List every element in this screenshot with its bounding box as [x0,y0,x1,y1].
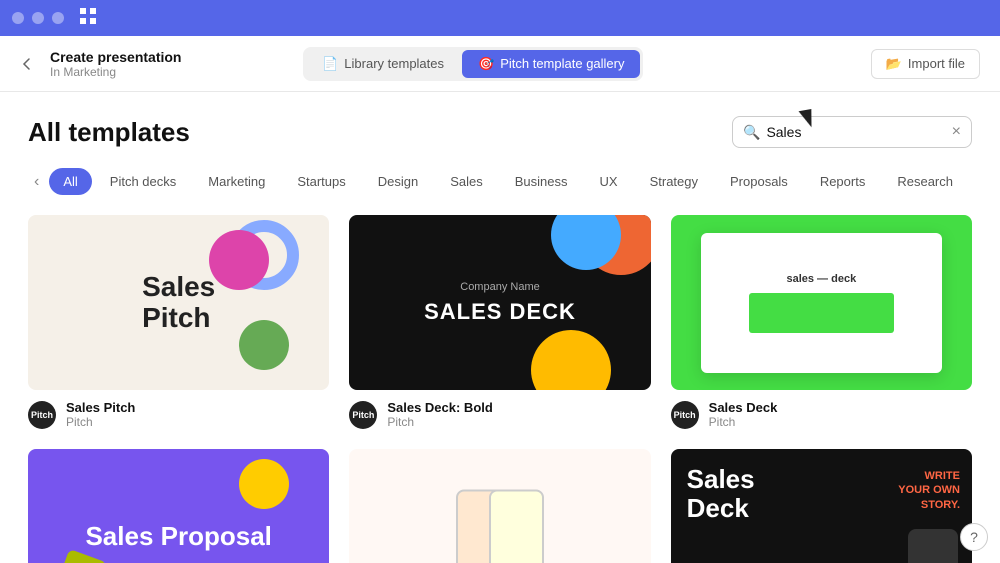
header-row: All templates 🔍 × [28,116,972,148]
traffic-light-min[interactable] [32,12,44,24]
template-thumb-sales-pitch: SalesPitch [28,215,329,390]
pitch-icon: 🎯 [478,56,494,72]
template-card-simple-sales-deck[interactable]: SALESDECK Pitch Simple Sales Deck Pitch [349,449,650,563]
template-card-sales-proposal[interactable]: Sales Proposal Pitch Sales Proposal Pitc… [28,449,329,563]
topbar: Create presentation In Marketing 📄 Libra… [0,36,1000,92]
template-name-sales-pitch: Sales Pitch [66,400,135,415]
avatar-sales-deck: Pitch [671,401,699,429]
template-info-sales-pitch: Pitch Sales Pitch Pitch [28,400,329,429]
avatar-sales-pitch: Pitch [28,401,56,429]
template-card-sales-pitch[interactable]: SalesPitch Pitch Sales Pitch Pitch [28,215,329,429]
template-card-sales-deck[interactable]: sales — deck Pitch Sales Deck Pitch [671,215,972,429]
breadcrumb: In Marketing [50,65,181,79]
template-name-sales-deck-bold: Sales Deck: Bold [387,400,493,415]
template-thumb-simple-sales: SALESDECK [349,449,650,563]
category-tab-proposals[interactable]: Proposals [716,168,802,195]
titlebar [0,0,1000,36]
grid-icon [80,8,96,29]
tab-pitch-gallery[interactable]: 🎯 Pitch template gallery [462,50,640,78]
template-thumb-sales-proposal: Sales Proposal [28,449,329,563]
template-name-sales-deck: Sales Deck [709,400,778,415]
category-tab-all[interactable]: All [49,168,91,195]
category-tab-reports[interactable]: Reports [806,168,880,195]
create-presentation-info: Create presentation In Marketing [50,49,181,79]
search-bar: 🔍 × [732,116,972,148]
template-source-sales-deck-bold: Pitch [387,415,493,429]
category-tab-sales[interactable]: Sales [436,168,497,195]
category-tab-design[interactable]: Design [364,168,432,195]
traffic-light-close[interactable] [12,12,24,24]
category-prev-button[interactable]: ‹ [28,169,45,195]
template-card-sales-deck-bold[interactable]: Company Name SALES DECK Pitch Sales Deck… [349,215,650,429]
search-input[interactable] [760,117,947,147]
category-tab-business[interactable]: Business [501,168,582,195]
template-info-sales-deck: Pitch Sales Deck Pitch [671,400,972,429]
template-thumb-async-sales: SalesDeck WRITEYOUR OWNSTORY. [671,449,972,563]
category-tab-simple[interactable]: Simpl [971,168,972,195]
category-tab-marketing[interactable]: Marketing [194,168,279,195]
tab-library[interactable]: 📄 Library templates [306,50,460,78]
category-tab-research[interactable]: Research [883,168,967,195]
import-icon: 📂 [886,56,902,72]
template-grid: SalesPitch Pitch Sales Pitch Pitch Compa… [28,215,972,563]
category-tab-startups[interactable]: Startups [283,168,359,195]
library-icon: 📄 [322,56,338,72]
main-content: All templates 🔍 × ‹ All Pitch decks Mark… [0,92,1000,563]
template-thumb-sales-deck: sales — deck [671,215,972,390]
category-tab-strategy[interactable]: Strategy [636,168,712,195]
category-tab-ux[interactable]: UX [586,168,632,195]
create-presentation-title: Create presentation [50,49,181,65]
template-card-async-sales-deck[interactable]: SalesDeck WRITEYOUR OWNSTORY. Pitch Asyn… [671,449,972,563]
page-title: All templates [28,117,190,148]
category-tab-pitch-decks[interactable]: Pitch decks [96,168,190,195]
back-button[interactable] [20,57,34,71]
template-thumb-sales-deck-bold: Company Name SALES DECK [349,215,650,390]
template-source-sales-deck: Pitch [709,415,778,429]
tab-group: 📄 Library templates 🎯 Pitch template gal… [303,47,643,81]
search-icon: 🔍 [743,124,760,141]
help-button[interactable]: ? [960,523,988,551]
import-file-button[interactable]: 📂 Import file [871,49,980,79]
avatar-sales-deck-bold: Pitch [349,401,377,429]
template-source-sales-pitch: Pitch [66,415,135,429]
category-tabs: ‹ All Pitch decks Marketing Startups Des… [28,168,972,195]
template-info-sales-deck-bold: Pitch Sales Deck: Bold Pitch [349,400,650,429]
clear-search-icon[interactable]: × [952,123,961,141]
traffic-light-max[interactable] [52,12,64,24]
